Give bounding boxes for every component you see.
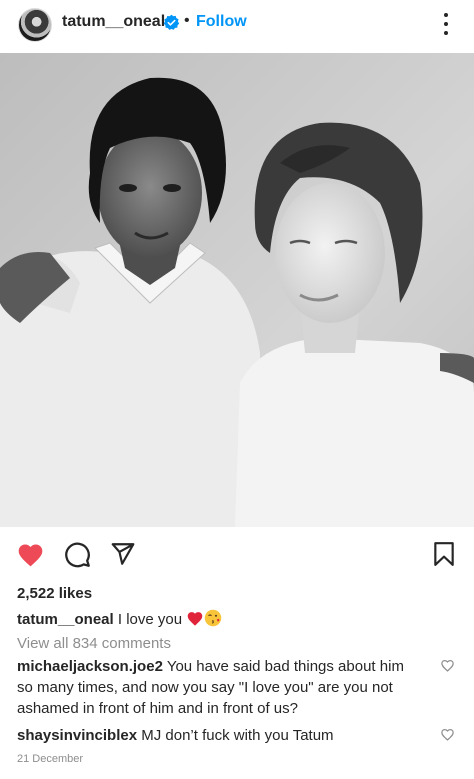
heart-outline-icon[interactable] [440, 658, 455, 672]
bookmark-icon[interactable] [433, 541, 455, 567]
post-username[interactable]: tatum__oneal [62, 13, 165, 31]
caption-text: I love you [117, 611, 183, 628]
heart-outline-icon[interactable] [440, 727, 455, 741]
comment-item: michaeljackson.joe2 You have said bad th… [17, 656, 422, 719]
paper-plane-icon[interactable] [109, 541, 136, 567]
separator-dot: • [184, 12, 190, 29]
comment-username[interactable]: shaysinvinciblex [17, 727, 137, 744]
comment-bubble-icon[interactable] [64, 541, 91, 568]
heart-filled-icon[interactable] [16, 541, 45, 567]
post-header: tatum__oneal • Follow [0, 0, 474, 52]
view-all-comments-link[interactable]: View all 834 comments [17, 635, 171, 652]
post-date: 21 December [17, 753, 84, 765]
caption-username[interactable]: tatum__oneal [17, 611, 114, 628]
comment-text: MJ don’t fuck with you Tatum [141, 727, 334, 744]
red-heart-emoji [187, 612, 203, 626]
more-options-icon[interactable] [438, 11, 454, 37]
kiss-face-emoji [205, 609, 222, 627]
comment-username[interactable]: michaeljackson.joe2 [17, 658, 163, 675]
profile-avatar[interactable] [18, 8, 52, 42]
likes-count[interactable]: 2,522 likes [17, 585, 92, 602]
verified-badge-icon [163, 14, 180, 30]
post-photo[interactable] [0, 53, 474, 527]
comment-item: shaysinvinciblex MJ don’t fuck with you … [17, 725, 422, 746]
post-caption: tatum__oneal I love you [17, 609, 222, 628]
action-bar [0, 527, 474, 583]
follow-button[interactable]: Follow [196, 13, 247, 31]
